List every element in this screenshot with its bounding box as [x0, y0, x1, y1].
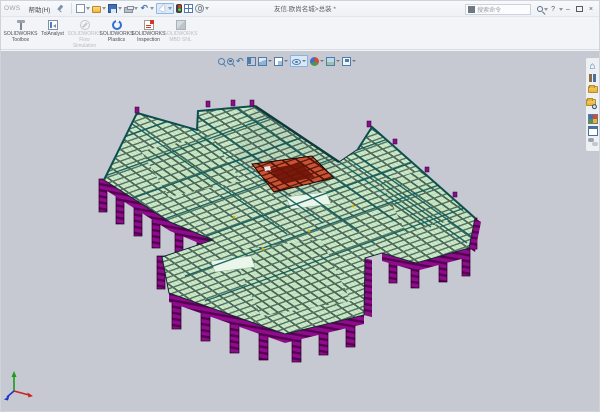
- chevron-down-icon[interactable]: [118, 7, 122, 10]
- options-button[interactable]: [195, 4, 209, 13]
- hide-show-items-button[interactable]: [290, 55, 308, 67]
- zoom-to-fit-icon: [218, 58, 225, 65]
- tolanalyst-icon: [48, 20, 58, 30]
- undo-button[interactable]: ↶: [140, 4, 154, 13]
- close-button[interactable]: ×: [586, 3, 596, 16]
- mbd-icon: [176, 20, 186, 30]
- zoom-to-fit-button[interactable]: [218, 58, 225, 65]
- custom-properties-tab window-icon[interactable]: [588, 126, 598, 136]
- chevron-down-icon[interactable]: [86, 7, 90, 10]
- title-bar: OWS 帮助(H) ↶ 友信.欧尚名城>总装 * 搜索命令 ? – ×: [1, 1, 599, 17]
- heads-up-view-toolbar: ↶: [217, 54, 357, 68]
- search-icon[interactable]: [537, 6, 543, 12]
- select-button[interactable]: [156, 3, 174, 14]
- previous-view-button[interactable]: ↶: [236, 57, 245, 66]
- chevron-down-icon[interactable]: [320, 60, 324, 62]
- zoom-to-area-icon: [227, 58, 234, 65]
- search-scope-icon: [468, 6, 475, 13]
- apply-scene-button[interactable]: [326, 57, 340, 66]
- zoom-to-area-button[interactable]: [227, 58, 234, 65]
- solidworks-window: OWS 帮助(H) ↶ 友信.欧尚名城>总装 * 搜索命令 ? – ×: [0, 0, 600, 412]
- print-icon: [124, 7, 133, 13]
- search-placeholder: 搜索命令: [477, 5, 501, 14]
- save-button[interactable]: [108, 4, 122, 13]
- minimize-button[interactable]: –: [563, 3, 573, 16]
- open-folder-icon: [92, 6, 101, 13]
- command-manager-ribbon: SOLIDWORKS Toolbox TolAnalyst SOLIDWORKS…: [1, 18, 599, 50]
- section-view-button[interactable]: [247, 57, 256, 66]
- previous-view-icon: ↶: [236, 57, 245, 66]
- menu-help[interactable]: 帮助(H): [24, 3, 54, 15]
- chevron-down-icon[interactable]: [268, 60, 272, 62]
- ribbon-button-toolbox[interactable]: SOLIDWORKS Toolbox: [5, 19, 36, 43]
- traffic-light-icon: [176, 4, 182, 13]
- save-icon: [108, 4, 117, 13]
- eye-icon: [292, 59, 301, 65]
- print-button[interactable]: [124, 5, 138, 13]
- open-button[interactable]: [92, 4, 106, 13]
- view-settings-icon: [342, 57, 351, 66]
- scene-icon: [326, 57, 335, 66]
- ribbon-button-flow-simulation: SOLIDWORKS Flow Simulation: [69, 19, 100, 49]
- chevron-down-icon[interactable]: [302, 60, 306, 62]
- chevron-down-icon[interactable]: [205, 7, 209, 10]
- appearance-ball-icon: [310, 57, 319, 66]
- new-document-button[interactable]: [76, 4, 90, 13]
- file-explorer-tab folder-icon[interactable]: [588, 86, 598, 93]
- document-title: 友信.欧尚名城>总装 *: [274, 3, 336, 13]
- solidworks-logo-fragment: OWS: [4, 5, 20, 12]
- help-button[interactable]: ?: [548, 3, 558, 16]
- view-palette-tab folder-search-icon[interactable]: [586, 99, 596, 106]
- chevron-down-icon[interactable]: [150, 7, 154, 10]
- ribbon-button-mbd: SOLIDWORKS MBD SNL: [165, 19, 196, 43]
- design-library-tab books-icon[interactable]: [588, 73, 598, 83]
- select-arrow-icon: [158, 4, 167, 13]
- display-style-icon: [274, 57, 283, 66]
- flow-simulation-icon: [80, 20, 90, 30]
- section-view-icon: [247, 57, 256, 66]
- view-orientation-button[interactable]: [258, 57, 272, 66]
- pin-menu-icon[interactable]: [56, 5, 63, 12]
- ribbon-button-inspection[interactable]: SOLIDWORKS Inspection: [133, 19, 164, 43]
- formwork-assembly-model[interactable]: [1, 51, 599, 411]
- ribbon-button-label: SOLIDWORKS MBD SNL: [164, 31, 198, 43]
- chevron-down-icon[interactable]: [134, 7, 138, 10]
- ribbon-button-label: SOLIDWORKS Flow Simulation: [68, 31, 102, 49]
- inspection-icon: [144, 20, 154, 30]
- edit-appearance-button[interactable]: [310, 57, 324, 66]
- ribbon-button-tolanalyst[interactable]: TolAnalyst: [37, 19, 68, 37]
- file-properties-button[interactable]: [184, 4, 193, 13]
- ribbon-button-label: SOLIDWORKS Plastics: [100, 31, 134, 43]
- task-pane-strip: ⌂: [585, 57, 599, 152]
- chevron-down-icon[interactable]: [336, 60, 340, 62]
- file-properties-icon: [184, 4, 193, 13]
- solidworks-resources-tab home-icon[interactable]: ⌂: [588, 62, 598, 72]
- ribbon-button-label: TolAnalyst: [41, 31, 64, 37]
- ribbon-button-label: SOLIDWORKS Inspection: [132, 31, 166, 43]
- undo-icon: ↶: [140, 4, 149, 13]
- chevron-down-icon[interactable]: [168, 7, 172, 10]
- search-commands-box[interactable]: 搜索命令: [465, 4, 531, 15]
- divider: [71, 3, 72, 14]
- reference-triad: [4, 371, 33, 401]
- ribbon-button-label: SOLIDWORKS Toolbox: [4, 31, 38, 43]
- gear-icon: [195, 4, 204, 13]
- ribbon-button-plastics[interactable]: SOLIDWORKS Plastics: [101, 19, 132, 43]
- chevron-down-icon[interactable]: [102, 7, 106, 10]
- plastics-icon: [112, 20, 122, 30]
- rebuild-button[interactable]: [176, 4, 182, 13]
- view-cube-icon: [258, 57, 267, 66]
- chevron-down-icon[interactable]: [352, 60, 356, 62]
- new-document-icon: [76, 4, 85, 13]
- chevron-down-icon[interactable]: [284, 60, 288, 62]
- appearances-scenes-tab palette-icon[interactable]: [588, 114, 598, 124]
- view-settings-button[interactable]: [342, 57, 356, 66]
- toolbox-icon: [16, 20, 26, 30]
- restore-button[interactable]: [576, 6, 583, 12]
- display-style-button[interactable]: [274, 57, 288, 66]
- solidworks-forum-tab speech-bubbles-icon[interactable]: [588, 137, 598, 147]
- graphics-viewport[interactable]: ↶ ⌂: [1, 51, 599, 411]
